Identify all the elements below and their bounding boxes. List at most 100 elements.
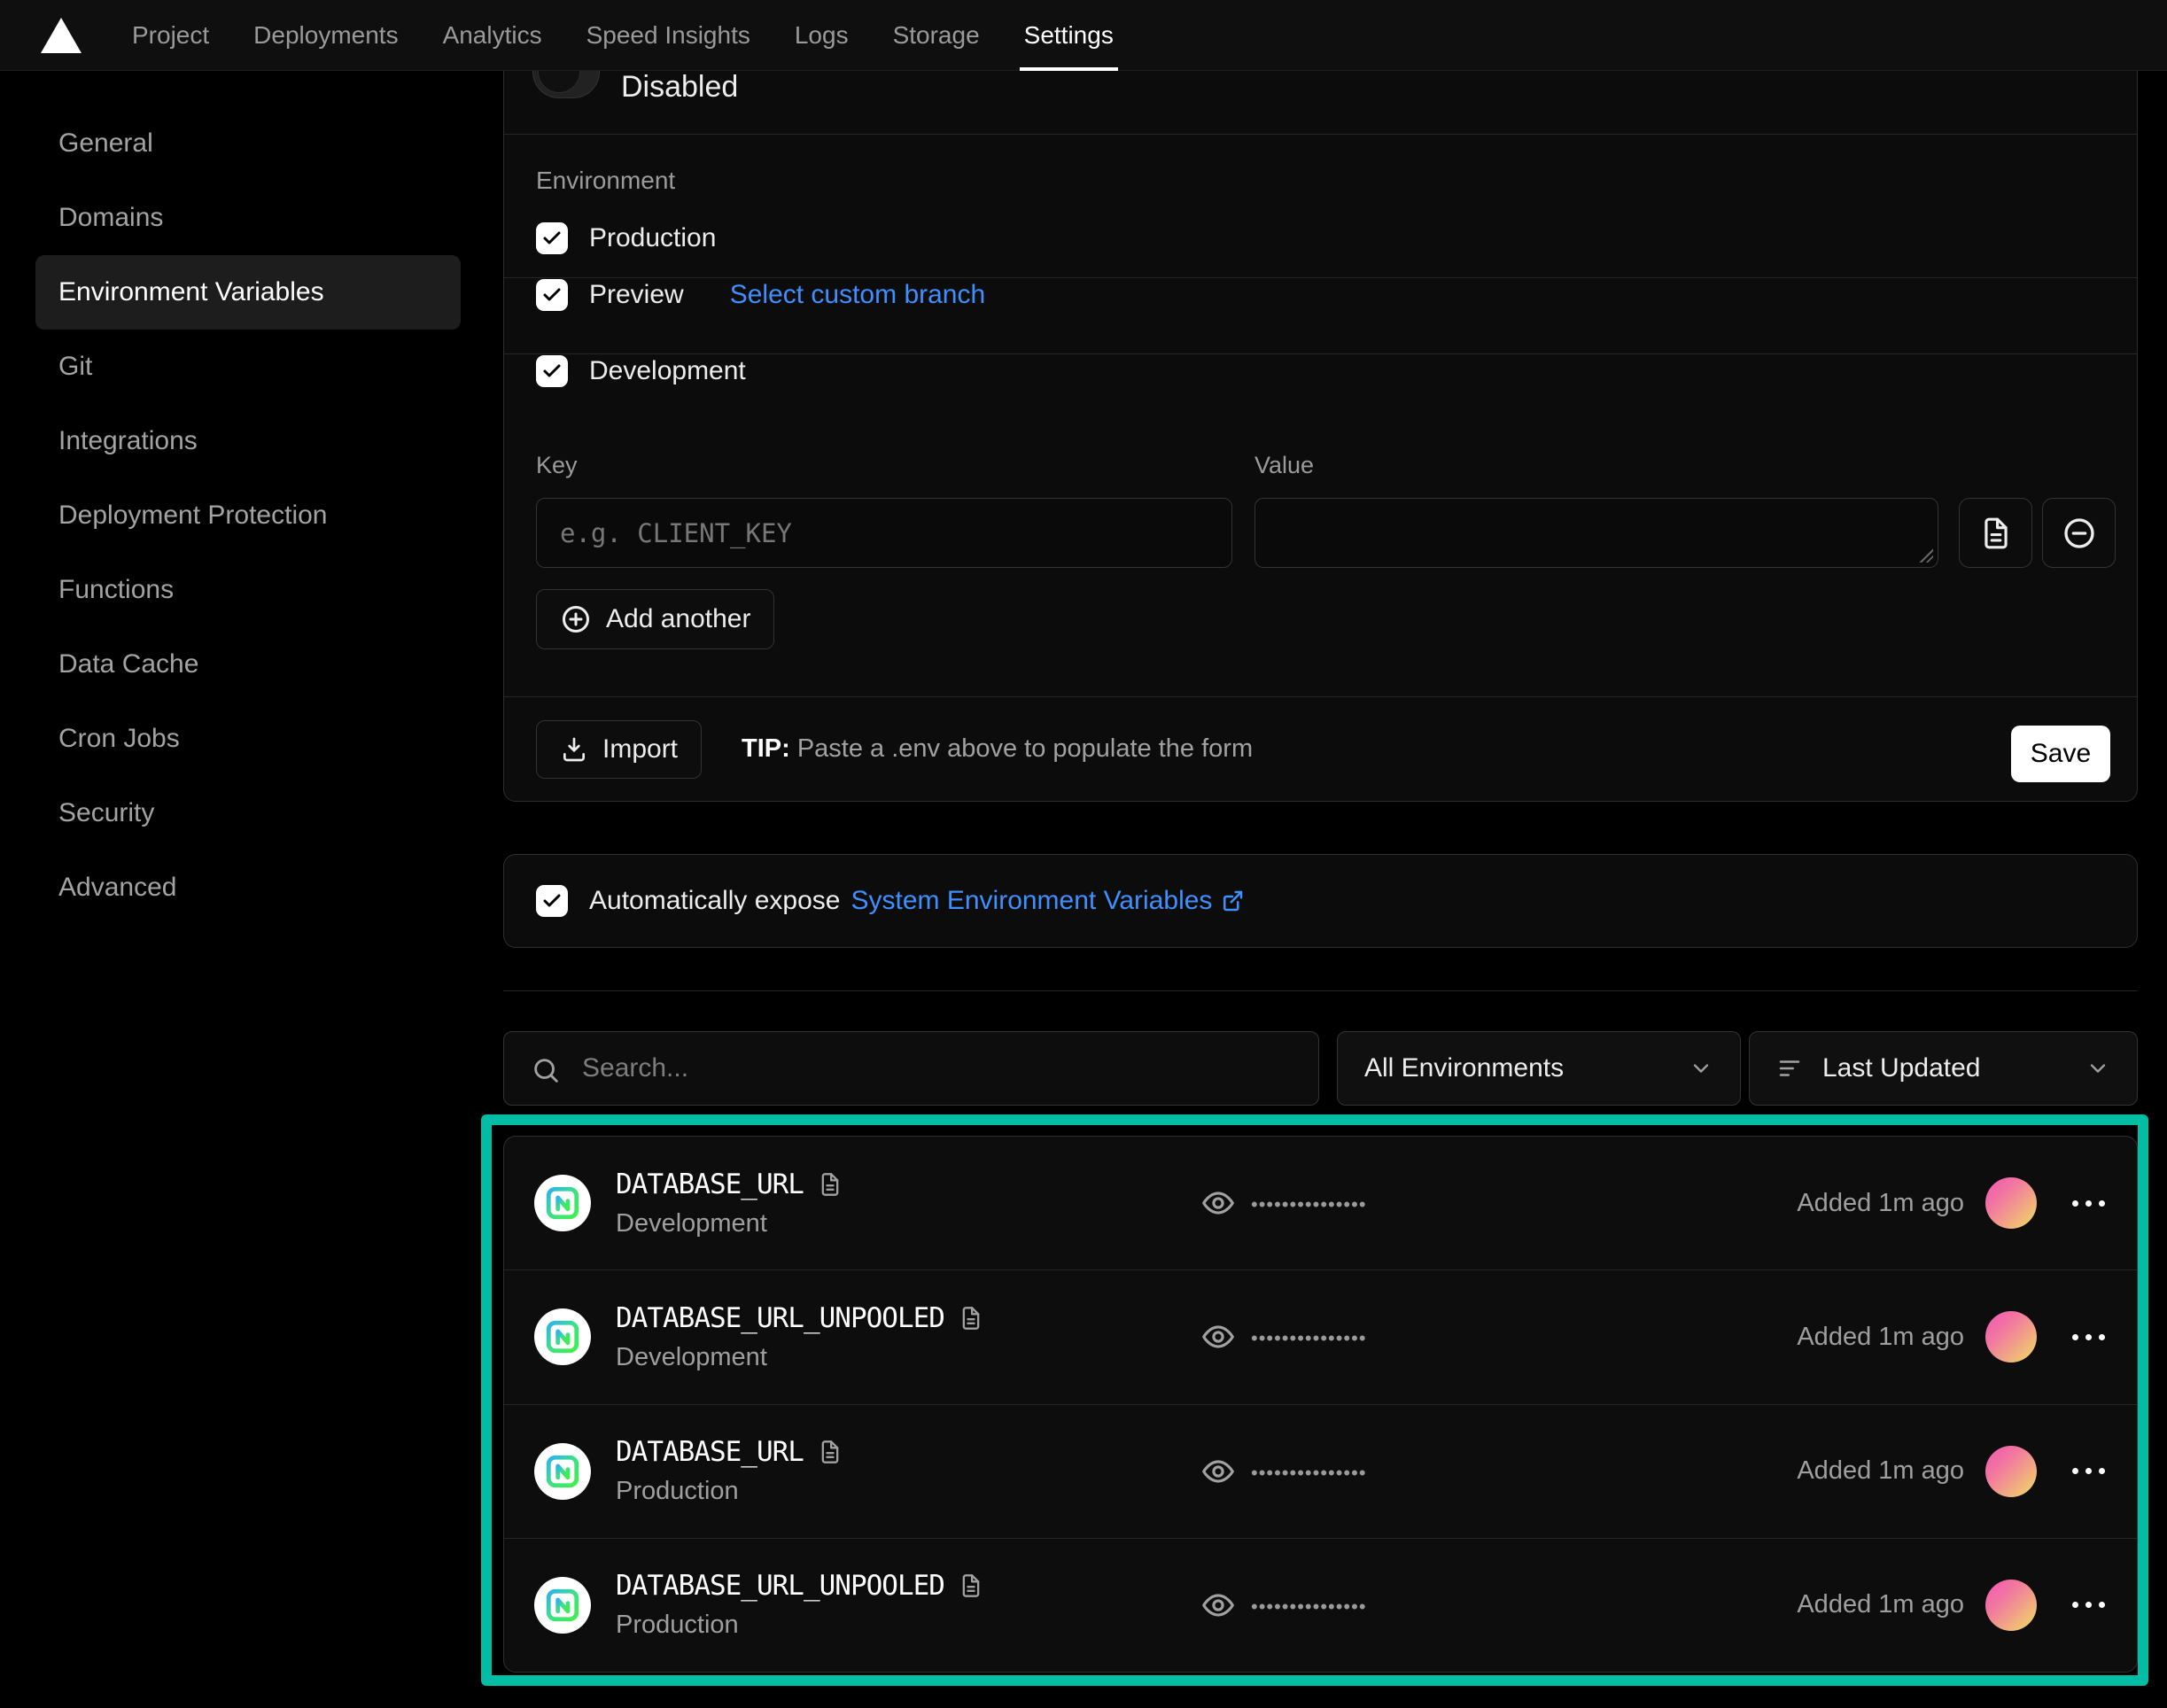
creator-avatar xyxy=(1985,1177,2037,1229)
import-label: Import xyxy=(602,734,678,765)
row-actions-menu-button[interactable] xyxy=(2070,1192,2107,1215)
import-button[interactable]: Import xyxy=(536,720,702,779)
sort-value: Last Updated xyxy=(1822,1053,1980,1083)
search-input[interactable] xyxy=(504,1032,1318,1105)
row-actions-menu-button[interactable] xyxy=(2070,1593,2107,1617)
reveal-value-eye-icon[interactable] xyxy=(1201,1588,1235,1622)
save-button[interactable]: Save xyxy=(2011,726,2110,782)
env-var-row[interactable]: DATABASE_URL Development •••••••••••••••… xyxy=(504,1137,2137,1269)
sort-select[interactable]: Last Updated xyxy=(1749,1031,2138,1106)
reveal-value-eye-icon[interactable] xyxy=(1201,1320,1235,1354)
row-actions-menu-button[interactable] xyxy=(2070,1459,2107,1483)
env-var-environment: Production xyxy=(616,1611,983,1640)
sidebar-item-data-cache[interactable]: Data Cache xyxy=(35,627,461,702)
value-field-wrap xyxy=(1254,498,1938,568)
env-var-info: DATABASE_URL Development xyxy=(616,1168,843,1238)
sidebar-item-deployment-protection[interactable]: Deployment Protection xyxy=(35,478,461,553)
chevron-down-icon xyxy=(2085,1056,2110,1081)
env-var-key: DATABASE_URL_UNPOOLED xyxy=(616,1570,944,1602)
add-another-label: Add another xyxy=(606,604,750,634)
sidebar-item-general[interactable]: General xyxy=(35,106,461,181)
note-icon[interactable] xyxy=(959,1306,983,1331)
env-var-info: DATABASE_URL_UNPOOLED Production xyxy=(616,1570,983,1640)
paste-env-file-icon xyxy=(1979,516,2013,550)
environment-filter-select[interactable]: All Environments xyxy=(1337,1031,1741,1106)
note-icon[interactable] xyxy=(818,1172,843,1197)
note-icon[interactable] xyxy=(818,1440,843,1464)
add-another-button[interactable]: Add another xyxy=(536,589,774,649)
divider xyxy=(504,696,2137,697)
production-label: Production xyxy=(589,223,716,253)
env-var-value: ••••••••••••••• xyxy=(1201,1455,1367,1488)
tab-speed-insights[interactable]: Speed Insights xyxy=(564,0,773,71)
neon-integration-avatar xyxy=(534,1175,591,1231)
tip-label: TIP: xyxy=(742,734,790,763)
env-var-meta: Added 1m ago xyxy=(1797,1446,2107,1497)
minus-circle-icon xyxy=(2062,516,2097,551)
env-editor-card: Disabled Environment Production Preview … xyxy=(503,0,2138,802)
value-input[interactable] xyxy=(1255,499,1938,567)
env-var-list: DATABASE_URL Development •••••••••••••••… xyxy=(503,1136,2138,1673)
masked-value: ••••••••••••••• xyxy=(1251,1592,1367,1619)
tab-settings[interactable]: Settings xyxy=(1002,0,1136,71)
tab-project[interactable]: Project xyxy=(110,0,231,71)
environment-section-label: Environment xyxy=(536,167,675,195)
tab-logs[interactable]: Logs xyxy=(773,0,871,71)
env-var-meta: Added 1m ago xyxy=(1797,1580,2107,1631)
neon-integration-avatar xyxy=(534,1577,591,1634)
env-var-environment: Production xyxy=(616,1477,843,1506)
env-var-row[interactable]: DATABASE_URL_UNPOOLED Production •••••••… xyxy=(504,1538,2137,1672)
divider xyxy=(503,990,2138,991)
production-checkbox[interactable] xyxy=(536,222,568,254)
toggle-label: Disabled xyxy=(621,70,738,105)
sidebar-item-advanced[interactable]: Advanced xyxy=(35,850,461,925)
env-var-key: DATABASE_URL xyxy=(616,1168,804,1200)
development-checkbox[interactable] xyxy=(536,355,568,387)
sidebar-item-environment-variables[interactable]: Environment Variables xyxy=(35,255,461,330)
development-label: Development xyxy=(589,356,746,386)
tab-analytics[interactable]: Analytics xyxy=(421,0,564,71)
env-var-row[interactable]: DATABASE_URL Production ••••••••••••••• … xyxy=(504,1404,2137,1538)
tab-storage[interactable]: Storage xyxy=(871,0,1002,71)
env-var-value: ••••••••••••••• xyxy=(1201,1186,1367,1220)
vercel-logo-icon[interactable] xyxy=(41,18,82,53)
row-actions-menu-button[interactable] xyxy=(2070,1325,2107,1349)
sidebar-item-git[interactable]: Git xyxy=(35,330,461,404)
added-timestamp: Added 1m ago xyxy=(1797,1323,1964,1352)
reveal-value-eye-icon[interactable] xyxy=(1201,1455,1235,1488)
remove-row-button[interactable] xyxy=(2042,498,2116,568)
system-env-card: Automatically expose System Environment … xyxy=(503,854,2138,948)
check-icon xyxy=(541,228,563,249)
system-env-vars-link[interactable]: System Environment Variables xyxy=(850,886,1246,916)
preview-label: Preview xyxy=(589,280,684,310)
select-custom-branch-link[interactable]: Select custom branch xyxy=(730,280,985,310)
env-var-meta: Added 1m ago xyxy=(1797,1311,2107,1363)
environment-filter-value: All Environments xyxy=(1364,1053,1564,1083)
sidebar-item-integrations[interactable]: Integrations xyxy=(35,404,461,478)
env-var-meta: Added 1m ago xyxy=(1797,1177,2107,1229)
key-input[interactable] xyxy=(537,499,1231,567)
masked-value: ••••••••••••••• xyxy=(1251,1324,1367,1350)
creator-avatar xyxy=(1985,1311,2037,1363)
sidebar-item-cron-jobs[interactable]: Cron Jobs xyxy=(35,702,461,776)
sidebar-item-security[interactable]: Security xyxy=(35,776,461,850)
search-box xyxy=(503,1031,1319,1106)
sidebar-item-domains[interactable]: Domains xyxy=(35,181,461,255)
env-var-info: DATABASE_URL Production xyxy=(616,1436,843,1506)
paste-env-button[interactable] xyxy=(1959,498,2032,568)
reveal-value-eye-icon[interactable] xyxy=(1201,1186,1235,1220)
env-var-key: DATABASE_URL_UNPOOLED xyxy=(616,1302,944,1334)
env-var-row[interactable]: DATABASE_URL_UNPOOLED Development ••••••… xyxy=(504,1269,2137,1403)
tab-deployments[interactable]: Deployments xyxy=(231,0,420,71)
creator-avatar xyxy=(1985,1446,2037,1497)
auto-expose-checkbox[interactable] xyxy=(536,885,568,917)
note-icon[interactable] xyxy=(959,1573,983,1598)
chevron-down-icon xyxy=(1689,1056,1713,1081)
environment-option-preview: Preview Select custom branch xyxy=(536,276,2105,314)
neon-logo-icon xyxy=(544,1184,581,1222)
env-var-environment: Development xyxy=(616,1343,983,1372)
value-label: Value xyxy=(1254,452,1314,479)
sidebar-item-functions[interactable]: Functions xyxy=(35,553,461,627)
preview-checkbox[interactable] xyxy=(536,279,568,311)
environment-option-production: Production xyxy=(536,219,2105,258)
